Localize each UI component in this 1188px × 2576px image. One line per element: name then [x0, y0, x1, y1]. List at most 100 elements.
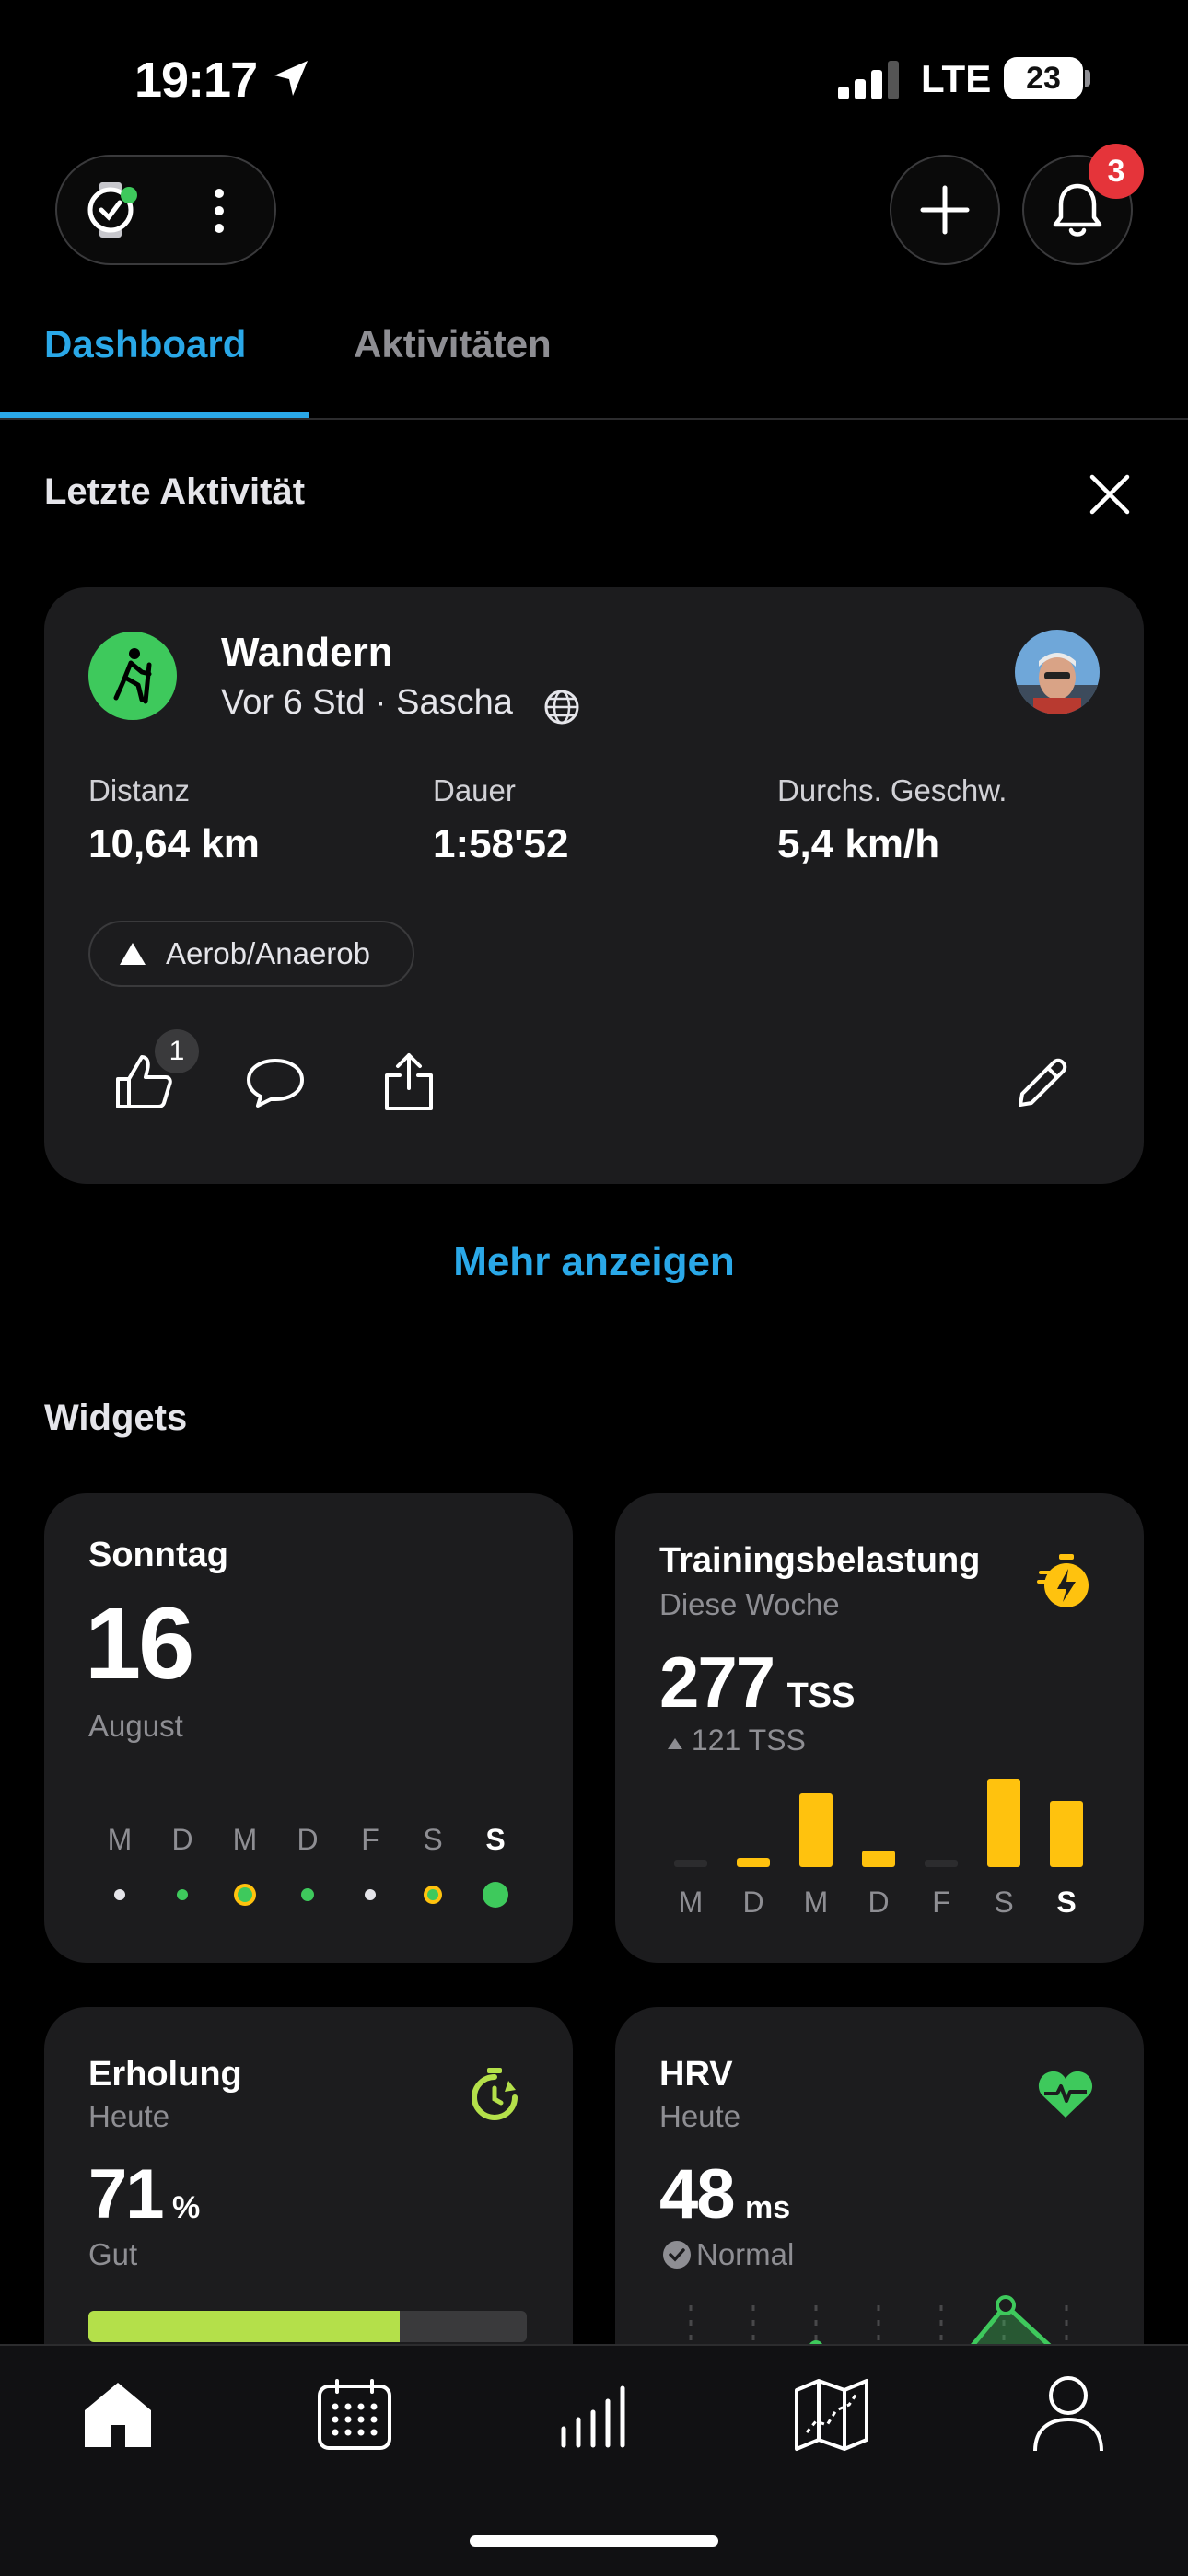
- hrv-subtitle: Heute: [659, 2099, 741, 2133]
- calendar-dot: [234, 1884, 256, 1906]
- like-count: 1: [155, 1029, 199, 1073]
- calendar-dot: [301, 1888, 314, 1901]
- check-circle-icon: [663, 2241, 691, 2269]
- stat-value-duration: 1:58'52: [433, 821, 569, 866]
- training-load-bar: [987, 1779, 1020, 1867]
- hrv-value-row: 48 ms: [659, 2154, 790, 2234]
- add-button[interactable]: [890, 155, 1000, 265]
- tab-divider: [0, 418, 1188, 420]
- location-arrow-icon: [274, 61, 308, 96]
- calendar-day-letter: D: [171, 1823, 193, 1856]
- plus-icon: [920, 185, 970, 235]
- show-more-link[interactable]: Mehr anzeigen: [0, 1239, 1188, 1285]
- recovery-progress-bar: [88, 2311, 527, 2342]
- intensity-tag-label: Aerob/Anaerob: [166, 936, 370, 970]
- calendar-day-letter: F: [361, 1823, 379, 1856]
- calendar-dot-today: [483, 1882, 508, 1908]
- activity-subtitle: Vor 6 Std · Sascha: [221, 683, 513, 722]
- profile-icon[interactable]: [1031, 2373, 1105, 2453]
- training-day-letter: D: [742, 1886, 764, 1919]
- recovery-unit: %: [172, 2190, 201, 2225]
- calendar-dot: [365, 1889, 376, 1900]
- intensity-tag: Aerob/Anaerob: [88, 921, 414, 987]
- calendar-icon[interactable]: [317, 2379, 392, 2451]
- hrv-status: Normal: [696, 2237, 795, 2271]
- calendar-dot: [424, 1886, 442, 1904]
- status-time: 19:17: [134, 52, 258, 108]
- battery-cap: [1085, 70, 1090, 87]
- battery-icon: 23: [1004, 57, 1083, 99]
- training-load-chart: [659, 1777, 1100, 1876]
- hrv-status-row: Normal: [661, 2237, 794, 2272]
- calendar-day-letter: M: [232, 1823, 258, 1856]
- hiking-icon: [88, 632, 177, 720]
- triangle-up-icon: [120, 943, 146, 965]
- training-load-bar: [925, 1860, 958, 1867]
- calendar-dot: [177, 1889, 188, 1900]
- stats-icon[interactable]: [558, 2385, 630, 2449]
- home-icon[interactable]: [83, 2379, 153, 2449]
- calendar-day-letter-today: S: [485, 1823, 506, 1856]
- calendar-dot: [114, 1889, 125, 1900]
- hrv-chart: [689, 2295, 1068, 2348]
- hrv-unit: ms: [745, 2190, 791, 2225]
- training-load-unit: TSS: [786, 1677, 856, 1715]
- comment-icon[interactable]: [245, 1057, 306, 1108]
- hrv-title: HRV: [659, 2055, 733, 2094]
- recovery-progress-fill: [88, 2311, 400, 2342]
- recovery-status: Gut: [88, 2237, 138, 2271]
- activity-type: Wandern: [221, 630, 393, 675]
- globe-icon: [544, 690, 579, 725]
- device-pill[interactable]: [55, 155, 276, 265]
- more-vertical-icon[interactable]: [212, 188, 227, 234]
- training-load-delta-row: 121 TSS: [667, 1723, 806, 1758]
- stat-label-duration: Dauer: [433, 773, 516, 807]
- recovery-title: Erholung: [88, 2055, 242, 2094]
- training-load-title: Trainingsbelastung: [659, 1541, 981, 1580]
- close-icon[interactable]: [1089, 473, 1131, 516]
- activity-card[interactable]: [44, 587, 1144, 1184]
- heart-pulse-icon: [1038, 2071, 1093, 2118]
- training-load-bar: [1050, 1801, 1083, 1867]
- hrv-value: 48: [659, 2155, 736, 2234]
- calendar-weekday: Sonntag: [88, 1536, 228, 1574]
- share-icon[interactable]: [381, 1051, 437, 1112]
- training-day-letter: M: [803, 1886, 829, 1919]
- last-activity-title: Letzte Aktivität: [44, 471, 306, 512]
- tab-dashboard[interactable]: Dashboard: [44, 322, 246, 366]
- recovery-subtitle: Heute: [88, 2099, 170, 2133]
- map-icon[interactable]: [794, 2377, 869, 2453]
- training-day-letter: F: [932, 1886, 950, 1919]
- calendar-day: 16: [85, 1587, 194, 1700]
- notification-badge: 3: [1089, 144, 1144, 199]
- training-load-subtitle: Diese Woche: [659, 1587, 840, 1621]
- edit-pencil-icon[interactable]: [1015, 1055, 1070, 1110]
- recovery-value-row: 71 %: [88, 2154, 200, 2234]
- tab-aktivitaeten[interactable]: Aktivitäten: [354, 322, 552, 366]
- training-day-letter-today: S: [1056, 1886, 1077, 1919]
- triangle-up-icon: [668, 1738, 682, 1749]
- training-load-bar: [862, 1851, 895, 1867]
- training-load-bar: [799, 1793, 833, 1867]
- training-load-bar: [674, 1860, 707, 1867]
- stat-value-speed: 5,4 km/h: [777, 821, 940, 866]
- recovery-timer-icon: [472, 2068, 518, 2120]
- stat-value-distance: 10,64 km: [88, 821, 260, 866]
- training-load-delta: 121 TSS: [691, 1723, 806, 1757]
- calendar-day-letter: M: [107, 1823, 133, 1856]
- training-day-letter: D: [868, 1886, 890, 1919]
- recovery-value: 71: [88, 2155, 165, 2234]
- home-indicator: [470, 2535, 718, 2547]
- training-day-letter: M: [678, 1886, 704, 1919]
- signal-icon: [838, 61, 899, 99]
- network-label: LTE: [921, 57, 992, 100]
- calendar-day-letter: D: [297, 1823, 319, 1856]
- training-load-value: 277: [659, 1642, 775, 1723]
- stat-label-speed: Durchs. Geschw.: [777, 773, 1007, 807]
- stat-label-distance: Distanz: [88, 773, 191, 807]
- widgets-title: Widgets: [44, 1398, 188, 1438]
- calendar-day-letter: S: [423, 1823, 443, 1856]
- calendar-month: August: [88, 1709, 183, 1743]
- avatar[interactable]: [1015, 630, 1100, 714]
- training-day-letter: S: [994, 1886, 1014, 1919]
